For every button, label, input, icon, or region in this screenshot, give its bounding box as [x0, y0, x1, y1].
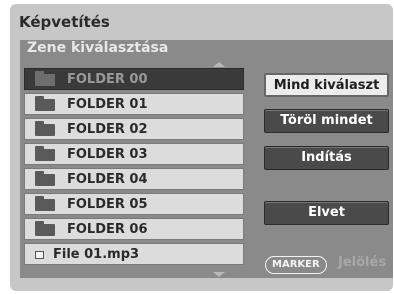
marker-label: Jelölés — [338, 255, 387, 270]
folder-icon — [35, 121, 55, 136]
list-item-label: FOLDER 03 — [67, 147, 148, 162]
music-file-icon — [35, 251, 44, 259]
folder-icon — [35, 196, 55, 211]
panel-subtitle: Zene kiválasztása — [27, 40, 169, 56]
start-button[interactable]: Indítás — [264, 146, 389, 170]
list-item-label: FOLDER 05 — [67, 197, 148, 212]
folder-icon — [35, 221, 55, 236]
list-item[interactable]: FOLDER 00 — [24, 68, 244, 90]
folder-icon — [35, 96, 55, 111]
list-item-label: FOLDER 02 — [67, 122, 148, 137]
marker-badge: MARKER — [265, 256, 327, 274]
list-item-label: FOLDER 04 — [67, 172, 148, 187]
scroll-up-icon[interactable] — [213, 62, 225, 67]
list-item-label: FOLDER 01 — [67, 97, 148, 112]
list-item[interactable]: FOLDER 02 — [24, 118, 244, 140]
select-all-button[interactable]: Mind kiválaszt — [264, 73, 389, 97]
list-item[interactable]: FOLDER 06 — [24, 218, 244, 240]
delete-all-button[interactable]: Töröl mindet — [264, 109, 389, 133]
list-item[interactable]: FOLDER 05 — [24, 193, 244, 215]
list-item-label: FOLDER 00 — [67, 72, 148, 87]
folder-icon — [35, 146, 55, 161]
list-item-label: FOLDER 06 — [67, 222, 148, 237]
folder-icon — [35, 171, 55, 186]
folder-icon — [35, 71, 55, 86]
list-item[interactable]: FOLDER 04 — [24, 168, 244, 190]
list-item[interactable]: File 01.mp3 — [24, 243, 244, 265]
list-item-label: File 01.mp3 — [53, 247, 140, 262]
list-item[interactable]: FOLDER 03 — [24, 143, 244, 165]
dialog-title: Képvetítés — [19, 13, 110, 31]
scroll-down-icon[interactable] — [213, 272, 225, 277]
list-item[interactable]: FOLDER 01 — [24, 93, 244, 115]
cancel-button[interactable]: Elvet — [264, 201, 389, 225]
